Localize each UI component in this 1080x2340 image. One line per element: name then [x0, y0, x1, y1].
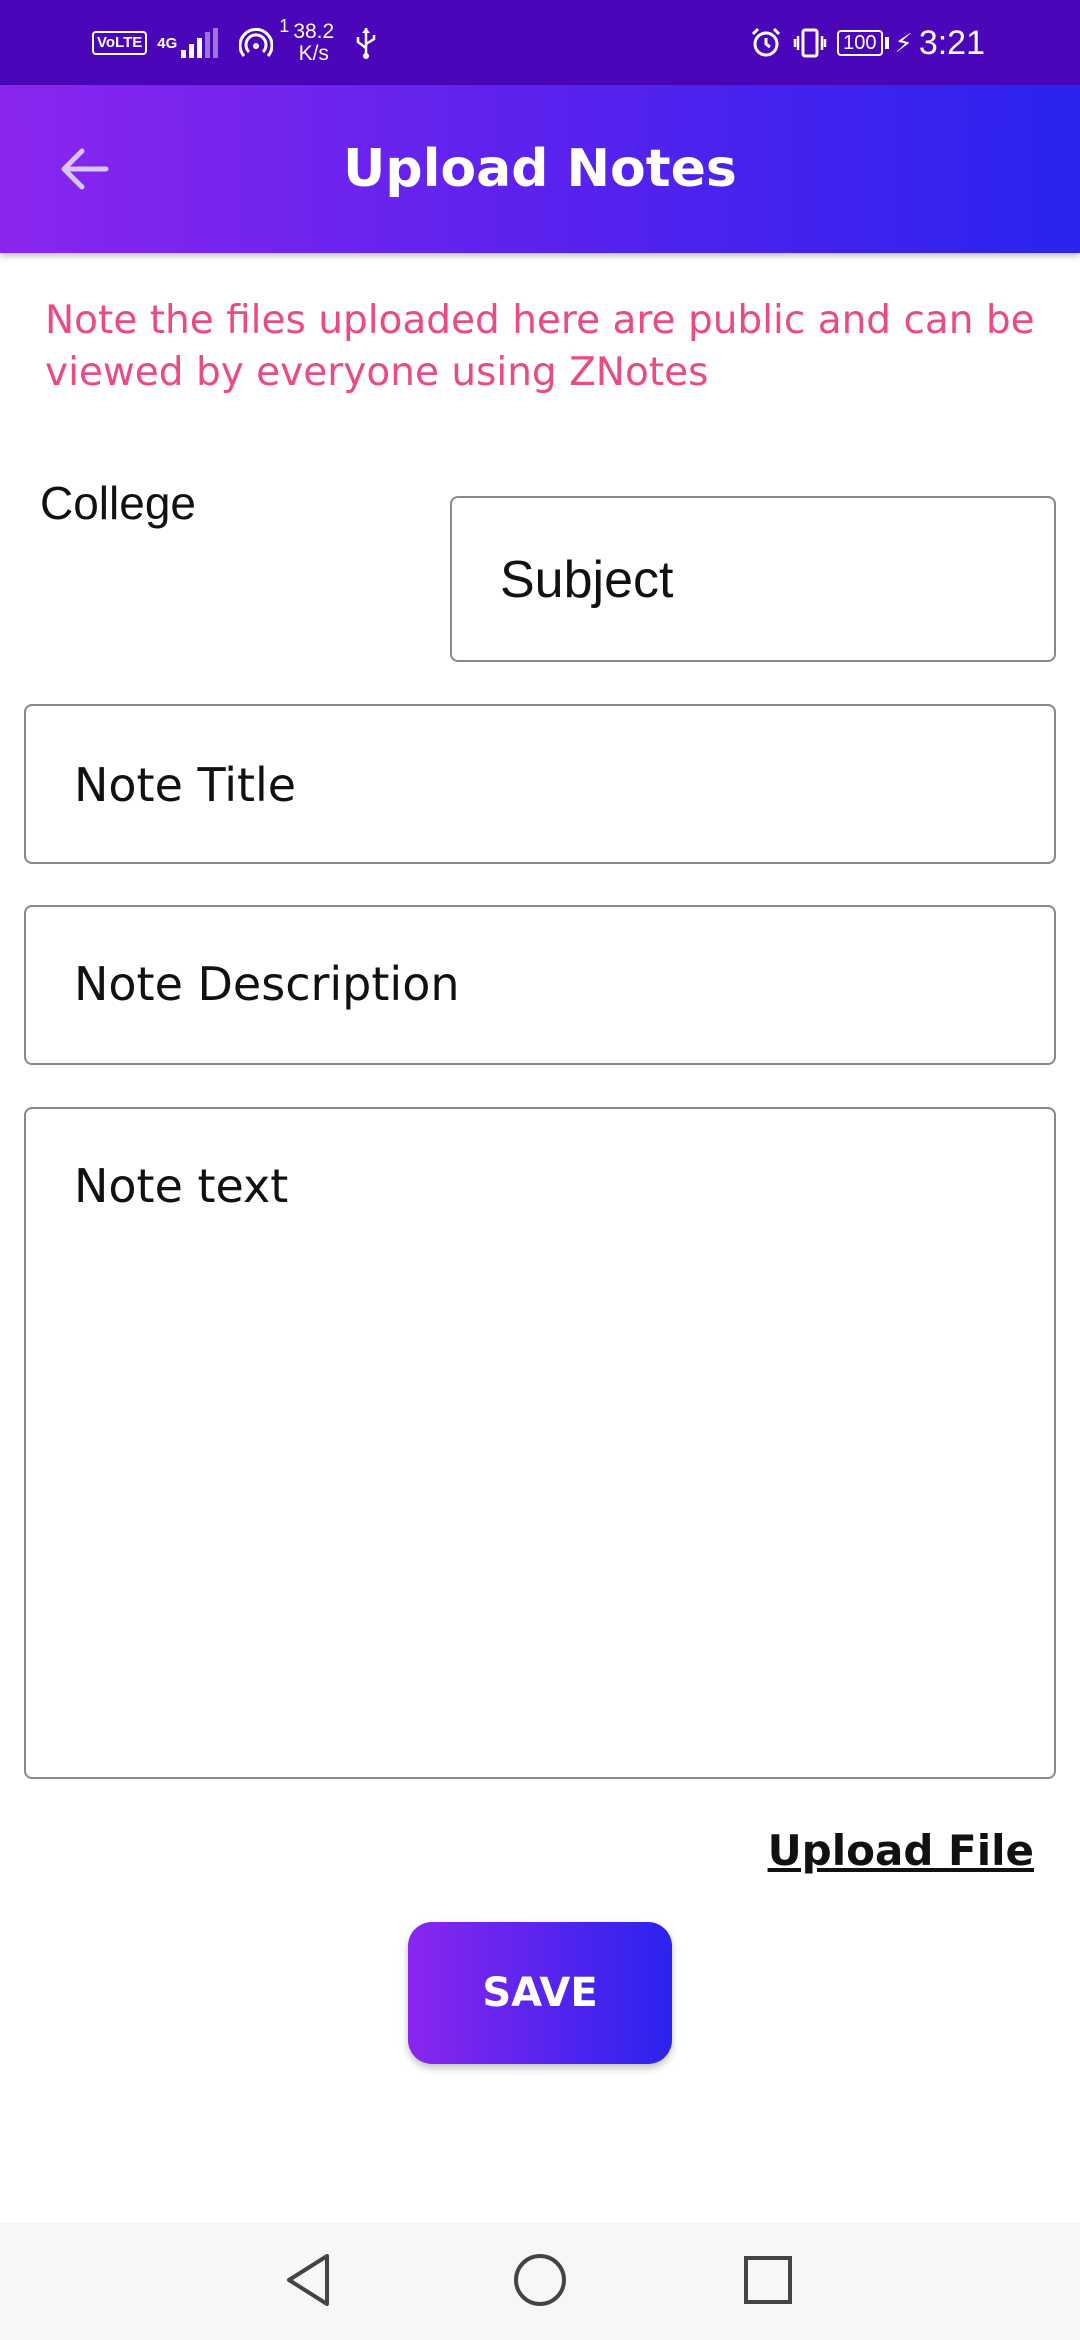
back-button[interactable]: [48, 133, 120, 205]
recents-square-icon: [744, 2256, 792, 2304]
status-bar: VoLTE 4G 1 38.2 K/s 100 ⚡ 3:21: [0, 0, 1080, 85]
speed-unit: K/s: [298, 42, 329, 65]
page-title: Upload Notes: [343, 139, 737, 199]
status-left: VoLTE 4G 1 38.2 K/s: [92, 16, 378, 68]
signal-icon: [181, 28, 221, 58]
nav-home-button[interactable]: [502, 2242, 578, 2318]
vibrate-icon: [793, 28, 827, 58]
volte-badge: VoLTE: [92, 31, 148, 55]
arrow-left-icon: [61, 148, 109, 190]
status-right: 100 ⚡ 3:21: [749, 18, 1080, 68]
clock: 3:21: [918, 23, 985, 62]
battery-nub: [884, 37, 889, 49]
college-label: College: [40, 477, 196, 529]
hotspot-icon: [239, 27, 274, 57]
charging-icon: ⚡: [894, 27, 913, 58]
network-speed: 38.2 K/s: [293, 21, 334, 65]
app-bar: Upload Notes: [0, 85, 1080, 253]
note-text-placeholder: Note text: [74, 1159, 289, 1213]
usb-icon: [356, 28, 376, 59]
note-description-input[interactable]: Note Description: [24, 905, 1056, 1065]
alarm-icon: [752, 27, 781, 57]
upload-file-link[interactable]: Upload File: [768, 1826, 1034, 1875]
system-nav-bar: [0, 2222, 1080, 2340]
public-notice: Note the files uploaded here are public …: [45, 298, 1035, 395]
speed-value: 38.2: [293, 20, 335, 43]
network-type: 4G: [157, 34, 178, 52]
back-triangle-icon: [287, 2254, 329, 2306]
note-text-input[interactable]: Note text: [24, 1107, 1056, 1779]
subject-input[interactable]: Subject: [450, 496, 1056, 662]
note-title-input[interactable]: Note Title: [24, 704, 1056, 864]
subject-placeholder: Subject: [500, 551, 674, 609]
home-circle-icon: [514, 2254, 566, 2306]
note-description-placeholder: Note Description: [74, 957, 460, 1011]
nav-back-button[interactable]: [270, 2242, 346, 2318]
nav-recents-button[interactable]: [730, 2242, 806, 2318]
note-title-placeholder: Note Title: [74, 758, 297, 812]
hotspot-count: 1: [279, 16, 290, 36]
save-button[interactable]: SAVE: [408, 1922, 672, 2064]
battery-icon: 100: [837, 30, 883, 56]
